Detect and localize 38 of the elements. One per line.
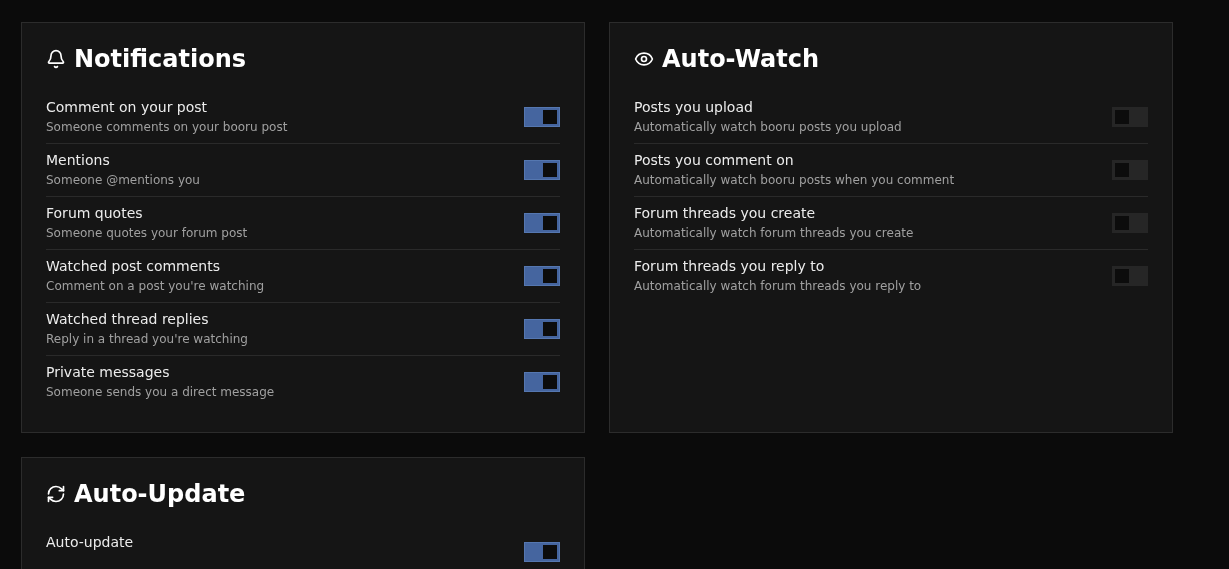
setting-description: Automatically watch forum threads you create xyxy=(634,225,914,242)
toggle-switch[interactable] xyxy=(1112,266,1148,286)
setting-label: Forum threads you reply to xyxy=(634,257,826,276)
toggle-switch[interactable] xyxy=(524,372,560,392)
setting-label: Forum quotes xyxy=(46,204,144,223)
setting-description: Someone quotes your forum post xyxy=(46,225,248,242)
setting-label: Posts you comment on xyxy=(634,151,795,170)
refresh-icon xyxy=(46,484,66,504)
toggle-switch[interactable] xyxy=(1112,107,1148,127)
setting-description: Someone @mentions you xyxy=(46,172,200,189)
toggle-switch[interactable] xyxy=(524,213,560,233)
toggle-switch[interactable] xyxy=(524,266,560,286)
setting-label: Watched thread replies xyxy=(46,310,210,329)
setting-label: Auto-update xyxy=(46,533,134,552)
toggle-switch[interactable] xyxy=(524,319,560,339)
section-title: Auto-Update xyxy=(74,479,246,510)
toggle-switch[interactable] xyxy=(1112,160,1148,180)
setting-description: Someone comments on your booru post xyxy=(46,119,288,136)
setting-description: Comment on a post you're watching xyxy=(46,278,265,295)
setting-label: Private messages xyxy=(46,363,171,382)
toggle-switch[interactable] xyxy=(524,160,560,180)
setting-description: Reply in a thread you're watching xyxy=(46,331,248,348)
setting-description: Automatically watch booru posts you upload xyxy=(634,119,902,136)
setting-description: Someone sends you a direct message xyxy=(46,384,275,401)
toggle-switch[interactable] xyxy=(524,542,560,562)
setting-label: Watched post comments xyxy=(46,257,222,276)
setting-label: Posts you upload xyxy=(634,98,754,117)
setting-label: Forum threads you create xyxy=(634,204,817,223)
eye-icon xyxy=(634,49,654,69)
bell-icon xyxy=(46,49,66,69)
setting-label: Mentions xyxy=(46,151,111,170)
setting-description: Automatically watch forum threads you reply to xyxy=(634,278,922,295)
toggle-switch[interactable] xyxy=(1112,213,1148,233)
setting-description: Automatically watch booru posts when you comment xyxy=(634,172,955,189)
section-title: Auto-Watch xyxy=(662,44,820,75)
toggle-switch[interactable] xyxy=(524,107,560,127)
section-title: Notifications xyxy=(74,44,247,75)
setting-label: Comment on your post xyxy=(46,98,209,117)
